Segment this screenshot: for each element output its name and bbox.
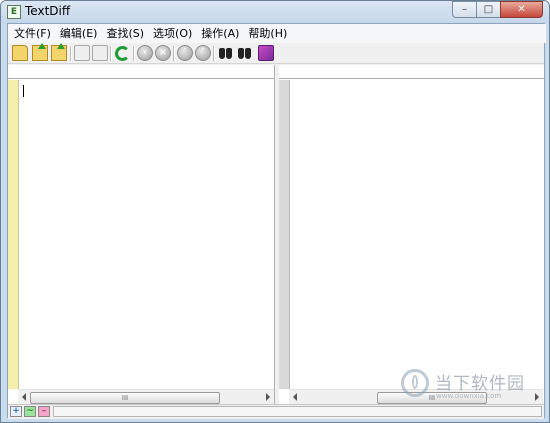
- toolbar-separator: [133, 46, 135, 61]
- menu-help[interactable]: 帮助(H): [244, 24, 291, 43]
- removed-legend-box: –: [38, 406, 50, 417]
- open-folder-icon[interactable]: [32, 43, 48, 61]
- watermark-text: 当下软件园: [435, 374, 525, 394]
- minimize-button[interactable]: –: [452, 1, 477, 18]
- go-down-icon[interactable]: ˅: [177, 45, 193, 61]
- cancel-icon[interactable]: ×: [155, 45, 171, 61]
- open-folder-icon[interactable]: [51, 43, 67, 61]
- changed-legend-box: ~: [24, 406, 36, 417]
- menu-options[interactable]: 选项(O): [149, 24, 196, 43]
- right-pane-header: [279, 65, 544, 79]
- watermark-logo-icon: [401, 369, 429, 397]
- menu-edit[interactable]: 编辑(E): [56, 24, 102, 43]
- menu-actions[interactable]: 操作(A): [197, 24, 243, 43]
- left-scroll-thumb[interactable]: III: [30, 392, 220, 404]
- scroll-left-icon[interactable]: [22, 393, 26, 401]
- left-pane-header: [8, 65, 274, 79]
- status-text-field: [53, 406, 542, 417]
- find-icon[interactable]: [218, 45, 234, 61]
- scroll-left-icon[interactable]: [293, 393, 297, 401]
- title-bar[interactable]: E TextDiff – □ ✕: [1, 1, 549, 23]
- added-legend-box: +: [10, 406, 22, 417]
- window-title: TextDiff: [25, 4, 71, 18]
- toolbar-separator: [70, 46, 72, 61]
- go-up-icon[interactable]: ˄: [195, 45, 211, 61]
- watermark: 当下软件园 www.downxia.com: [399, 367, 539, 407]
- save-as-icon[interactable]: [92, 45, 108, 61]
- toolbar-separator: [213, 46, 215, 61]
- menu-find[interactable]: 查找(S): [102, 24, 148, 43]
- right-line-gutter: [279, 80, 290, 389]
- toolbar-separator: [173, 46, 175, 61]
- close-button[interactable]: ✕: [500, 1, 543, 18]
- right-text-pane[interactable]: III: [279, 65, 544, 413]
- window-controls: – □ ✕: [452, 1, 543, 19]
- toolbar: ‹ × ˅ ˄: [8, 43, 544, 64]
- help-book-icon[interactable]: [258, 45, 274, 61]
- text-cursor: [23, 85, 24, 97]
- refresh-icon[interactable]: [115, 46, 130, 61]
- new-folder-icon[interactable]: [12, 45, 28, 61]
- scroll-right-icon[interactable]: [266, 393, 270, 401]
- toolbar-separator: [110, 46, 112, 61]
- left-line-gutter: [8, 80, 19, 389]
- maximize-button[interactable]: □: [476, 1, 501, 18]
- go-back-icon[interactable]: ‹: [137, 45, 153, 61]
- left-text-pane[interactable]: III: [8, 65, 275, 413]
- app-window: E TextDiff – □ ✕ 文件(F) 编辑(E) 查找(S) 选项(O)…: [0, 0, 550, 423]
- menu-bar: 文件(F) 编辑(E) 查找(S) 选项(O) 操作(A) 帮助(H): [8, 24, 546, 43]
- client-area: 文件(F) 编辑(E) 查找(S) 选项(O) 操作(A) 帮助(H) ‹ × …: [7, 23, 546, 419]
- menu-file[interactable]: 文件(F): [10, 24, 55, 43]
- watermark-url: www.downxia.com: [436, 392, 502, 400]
- app-icon: E: [7, 5, 21, 19]
- find-next-icon[interactable]: [237, 45, 253, 61]
- save-icon[interactable]: [74, 45, 90, 61]
